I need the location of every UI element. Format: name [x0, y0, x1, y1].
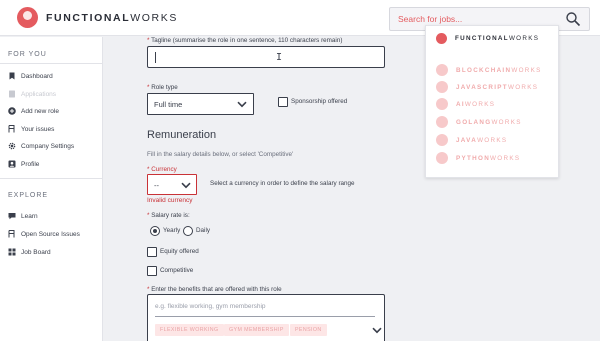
benefit-tag-pension[interactable]: PENSION: [290, 324, 327, 336]
role-type-select[interactable]: Full time: [147, 93, 254, 115]
currency-value: --: [154, 181, 159, 190]
sidebar-item-label: Job Board: [21, 248, 51, 256]
competitive-label: Competitive: [160, 267, 194, 274]
sidebar: FOR YOU Dashboard Applications Add new r…: [0, 37, 103, 341]
benefits-placeholder: e.g. flexible working, gym membership: [155, 303, 266, 310]
sidebar-divider: [0, 63, 103, 64]
sidebar-item-company-settings[interactable]: Company Settings: [8, 140, 74, 152]
plus-circle-icon: [8, 107, 16, 115]
functionalworks-logo-icon[interactable]: [17, 7, 38, 28]
ibeam-cursor-icon: I: [276, 52, 283, 63]
currency-select[interactable]: --: [147, 174, 197, 195]
currency-help: Select a currency in order to define the…: [210, 180, 355, 187]
card-item-javaworks: JAVAWORKS: [436, 134, 507, 146]
daily-radio[interactable]: [183, 226, 193, 236]
sidebar-item-dashboard[interactable]: Dashboard: [8, 70, 53, 82]
role-type-value: Full time: [154, 100, 183, 109]
sidebar-item-your-issues[interactable]: Your issues: [8, 123, 54, 135]
chat-icon: [8, 213, 16, 220]
chevron-down-icon: [237, 101, 247, 108]
ai-logo-icon: [436, 98, 448, 110]
sponsorship-checkbox[interactable]: [278, 97, 288, 107]
yearly-radio-label: Yearly: [163, 227, 181, 234]
yearly-radio[interactable]: [150, 226, 160, 236]
competitive-checkbox[interactable]: [147, 266, 157, 276]
sidebar-item-label: Dashboard: [21, 72, 53, 80]
chevron-down-icon: [181, 182, 191, 189]
sidebar-item-label: Add new role: [21, 107, 59, 115]
card-item-golangworks: GOLANGWORKS: [436, 116, 522, 128]
card-item-javascriptworks: JAVASCRIPTWORKS: [436, 81, 538, 93]
sponsorship-label: Sponsorship offered: [291, 98, 348, 105]
sidebar-item-label: Profile: [21, 160, 40, 168]
user-icon: [8, 160, 16, 168]
java-logo-icon: [436, 134, 448, 146]
sidebar-item-label: Applications: [21, 90, 57, 98]
blockchain-logo-icon: [436, 64, 448, 76]
benefits-underline: [155, 316, 375, 317]
currency-label: * Currency: [147, 166, 177, 173]
equity-label: Equity offered: [160, 248, 199, 255]
card-item-blockchainworks: BLOCKCHAINWORKS: [436, 64, 542, 76]
sidebar-section-explore: EXPLORE: [8, 192, 49, 199]
grid-icon: [8, 248, 16, 256]
benefits-input[interactable]: e.g. flexible working, gym membership FL…: [147, 294, 385, 341]
text-caret: [155, 52, 156, 63]
card-item-pythonworks: PYTHONWORKS: [436, 152, 520, 164]
remuneration-hint: Fill in the salary details below, or sel…: [147, 151, 294, 158]
sidebar-item-label: Open Source Issues: [21, 230, 80, 238]
javascript-logo-icon: [436, 81, 448, 93]
issue-icon: [8, 230, 15, 238]
brand-name[interactable]: FUNCTIONALWORKS: [46, 12, 178, 24]
sidebar-item-label: Your issues: [21, 125, 55, 133]
sidebar-divider: [0, 178, 103, 179]
salary-rate-label: * Salary rate is:: [147, 212, 190, 219]
card-title: FUNCTIONALWORKS: [455, 35, 540, 42]
sidebar-item-applications: Applications: [8, 88, 56, 100]
job-board-preview-card: FUNCTIONALWORKS BLOCKCHAINWORKS JAVASCRI…: [425, 25, 559, 178]
equity-checkbox[interactable]: [147, 247, 157, 257]
sidebar-item-profile[interactable]: Profile: [8, 158, 39, 170]
daily-radio-label: Daily: [196, 227, 210, 234]
card-item-aiworks: AIWORKS: [436, 98, 495, 110]
issue-icon: [8, 125, 15, 133]
document-icon: [9, 90, 15, 98]
benefit-tag-flexible-working[interactable]: FLEXIBLE WORKING: [155, 324, 224, 336]
role-type-label: * Role type: [147, 84, 178, 91]
tagline-label: * Tagline (summarise the role in one sen…: [147, 37, 343, 44]
gear-icon: [8, 142, 16, 150]
remuneration-heading: Remuneration: [147, 129, 217, 141]
sidebar-item-add-new-role[interactable]: Add new role: [8, 105, 59, 117]
search-icon[interactable]: [565, 11, 581, 27]
card-title-row: FUNCTIONALWORKS: [436, 33, 539, 44]
tagline-input[interactable]: I: [147, 46, 385, 68]
sidebar-item-open-source-issues[interactable]: Open Source Issues: [8, 228, 80, 240]
currency-error: Invalid currency: [147, 197, 193, 204]
sidebar-section-for-you: FOR YOU: [8, 51, 47, 58]
benefits-label: * Enter the benefits that are offered wi…: [147, 286, 282, 293]
golang-logo-icon: [436, 116, 448, 128]
sidebar-item-label: Company Settings: [21, 142, 75, 150]
sidebar-item-label: Learn: [21, 212, 38, 220]
functionalworks-logo-icon: [436, 33, 447, 44]
search-placeholder: Search for jobs...: [398, 14, 463, 24]
python-logo-icon: [436, 152, 448, 164]
bookmark-icon: [9, 72, 15, 80]
chevron-down-icon[interactable]: [372, 327, 382, 334]
sidebar-item-learn[interactable]: Learn: [8, 210, 38, 222]
sidebar-item-job-board[interactable]: Job Board: [8, 246, 51, 258]
benefit-tag-gym-membership[interactable]: GYM MEMBERSHIP: [224, 324, 289, 336]
